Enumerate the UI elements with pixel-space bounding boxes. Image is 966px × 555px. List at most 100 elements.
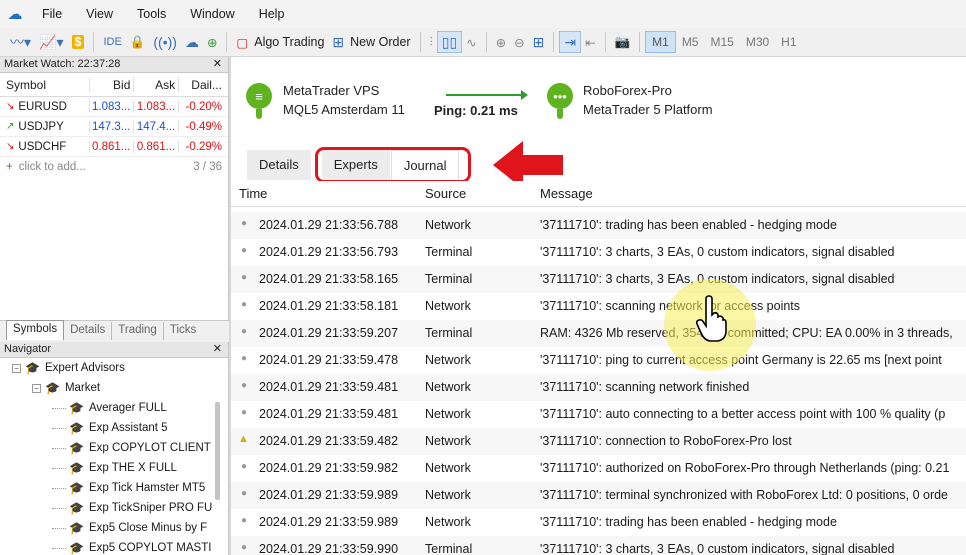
log-message: '37111710': 3 charts, 3 EAs, 0 custom in… (540, 542, 895, 555)
journal-row[interactable]: ● 2024.01.29 21:33:59.207 Terminal RAM: 432… (231, 320, 966, 347)
journal-row[interactable]: ● 2024.01.29 21:33:58.181 Network '37111710… (231, 293, 966, 320)
indicators-icon[interactable]: 📈▾ (35, 31, 67, 53)
column-source[interactable]: Source (425, 186, 466, 201)
chart-shift-icon[interactable]: ⇤ (581, 31, 599, 53)
close-icon[interactable]: ✕ (213, 342, 222, 357)
nav-expert-item[interactable]: 🎓 Exp Tick Hamster MT5 (0, 478, 228, 498)
tab-trading[interactable]: Trading (112, 322, 164, 340)
menu-tools[interactable]: Tools (125, 7, 178, 21)
timeframe-m30[interactable]: M30 (740, 31, 775, 53)
toolbar-divider (604, 32, 606, 52)
menu-file[interactable]: File (30, 7, 74, 21)
symbol-name: USDJPY (18, 120, 64, 133)
menu-view[interactable]: View (74, 7, 125, 21)
info-dot-icon: ● (241, 380, 248, 391)
journal-row[interactable]: ● 2024.01.29 21:33:59.478 Network '37111710… (231, 347, 966, 374)
menu-help[interactable]: Help (247, 7, 297, 21)
screenshot-icon[interactable]: 📷 (611, 31, 635, 53)
connection-arrow-icon (446, 90, 528, 100)
signal-icon[interactable]: ((•)) (149, 31, 181, 53)
new-order-button[interactable]: ⊞ New Order (328, 31, 414, 53)
arrow-down-icon: ↘ (6, 101, 15, 112)
community-icon[interactable]: ⊕ (203, 31, 221, 53)
log-time: 2024.01.29 21:33:58.165 (259, 272, 399, 286)
warning-icon: ▲ (238, 433, 249, 445)
tile-windows-icon[interactable]: ⊞ (529, 31, 549, 53)
log-time: 2024.01.29 21:33:59.478 (259, 353, 399, 367)
nav-expert-item[interactable]: 🎓 Averager FULL (0, 398, 228, 418)
navigator-scrollbar[interactable] (215, 402, 220, 500)
journal-row[interactable]: ● 2024.01.29 21:33:59.989 Network '37111710… (231, 482, 966, 509)
journal-row[interactable]: ● 2024.01.29 21:33:56.793 Terminal '3711171… (231, 239, 966, 266)
line-chart-icon[interactable]: ∿ (462, 31, 480, 53)
column-daily[interactable]: Dail... (178, 77, 228, 92)
close-icon[interactable]: ✕ (213, 57, 222, 72)
tab-details[interactable]: Details (247, 150, 312, 180)
timeframe-m5[interactable]: M5 (676, 31, 705, 53)
log-message: '37111710': terminal synchronized with R… (540, 488, 949, 502)
table-row[interactable]: ↘ EURUSD 1.083... 1.083... -0.20% (0, 97, 228, 117)
collapse-icon[interactable]: − (12, 363, 21, 373)
add-symbol-row[interactable]: + click to add... 3 / 36 (0, 157, 228, 177)
info-dot-icon: ● (241, 461, 248, 472)
navigator-title-text: Navigator (4, 343, 52, 355)
log-source: Network (425, 515, 471, 529)
log-message: '37111710': authorized on RoboForex-Pro … (540, 461, 950, 475)
metatrader-logo-icon[interactable]: ☁ (0, 5, 30, 23)
journal-row[interactable]: ● 2024.01.29 21:33:59.481 Network '37111710… (231, 374, 966, 401)
column-symbol[interactable]: Symbol (0, 78, 89, 92)
ask-value: 0.861... (133, 140, 178, 153)
nav-expert-item[interactable]: 🎓 Exp Assistant 5 (0, 418, 228, 438)
journal-row[interactable]: ● 2024.01.29 21:33:59.481 Network '37111710… (231, 401, 966, 428)
journal-row[interactable]: ● 2024.01.29 21:33:56.788 Network '37111710… (231, 212, 966, 239)
zoom-out-icon[interactable]: ⊖ (510, 31, 528, 53)
table-row[interactable]: ↘ USDCHF 0.861... 0.861... -0.29% (0, 137, 228, 157)
menu-window[interactable]: Window (178, 7, 246, 21)
journal-row[interactable]: ● 2024.01.29 21:33:59.982 Network '37111710… (231, 455, 966, 482)
bid-value: 147.3... (88, 120, 134, 133)
tab-ticks[interactable]: Ticks (164, 322, 202, 340)
column-message[interactable]: Message (540, 186, 593, 201)
column-ask[interactable]: Ask (133, 77, 178, 92)
table-row[interactable]: ↗ USDJPY 147.3... 147.4... -0.49% (0, 117, 228, 137)
timeframe-m1[interactable]: M1 (645, 31, 676, 53)
candlestick-icon[interactable]: ▯▯ (436, 31, 463, 53)
nav-expert-item[interactable]: 🎓 Exp COPYLOT CLIENT (0, 438, 228, 458)
nav-expert-item[interactable]: 🎓 Exp TickSniper PRO FU (0, 498, 228, 518)
journal-row[interactable]: ▲ 2024.01.29 21:33:59.482 Network '37111710… (231, 428, 966, 455)
log-message: '37111710': trading has been enabled - h… (540, 218, 837, 232)
column-time[interactable]: Time (239, 186, 267, 201)
autoscroll-icon[interactable]: ⇥ (559, 31, 582, 53)
timeframe-h1[interactable]: H1 (775, 31, 802, 53)
column-bid[interactable]: Bid (88, 77, 134, 92)
info-dot-icon: ● (241, 353, 248, 364)
market-icon[interactable]: $ (68, 31, 89, 53)
journal-row[interactable]: ● 2024.01.29 21:33:59.990 Terminal '3711171… (231, 536, 966, 555)
ide-button[interactable]: IDE (99, 31, 125, 53)
daily-change: -0.20% (178, 100, 228, 113)
log-source: Terminal (425, 326, 473, 340)
nav-expert-advisors[interactable]: − 🎓 Expert Advisors (0, 358, 228, 378)
log-time: 2024.01.29 21:33:59.989 (259, 515, 399, 529)
lock-icon[interactable]: 🔒 (126, 31, 150, 53)
journal-row[interactable]: ● 2024.01.29 21:33:58.165 Terminal '3711171… (231, 266, 966, 293)
nav-expert-item[interactable]: 🎓 Exp THE X FULL (0, 458, 228, 478)
vps-cloud-icon[interactable]: ☁ (181, 31, 203, 53)
tab-details[interactable]: Details (64, 322, 113, 340)
tab-symbols[interactable]: Symbols (6, 320, 65, 340)
bid-value: 0.861... (88, 140, 134, 153)
nav-market-folder[interactable]: − 🎓 Market (0, 378, 228, 398)
journal-row[interactable]: ● 2024.01.29 21:33:59.989 Network '37111710… (231, 509, 966, 536)
toolbar-divider (639, 32, 641, 52)
timeframe-m15[interactable]: M15 (704, 31, 739, 53)
collapse-icon[interactable]: − (32, 383, 41, 393)
chart-type-icon[interactable]: 〰▾ (6, 31, 35, 53)
menu-bar: ☁ File View Tools Window Help (0, 0, 966, 28)
nav-label: Expert Advisors (44, 362, 125, 374)
algo-trading-button[interactable]: ▢ Algo Trading (232, 31, 328, 53)
bar-chart-icon[interactable]: ⫶ (426, 31, 437, 53)
journal-list[interactable]: ● 2024.01.29 21:33:56.788 Network '37111710… (231, 212, 966, 555)
zoom-in-icon[interactable]: ⊕ (492, 31, 510, 53)
nav-expert-item[interactable]: 🎓 Exp5 Close Minus by F (0, 518, 228, 538)
nav-expert-item[interactable]: 🎓 Exp5 COPYLOT MASTI (0, 538, 228, 555)
